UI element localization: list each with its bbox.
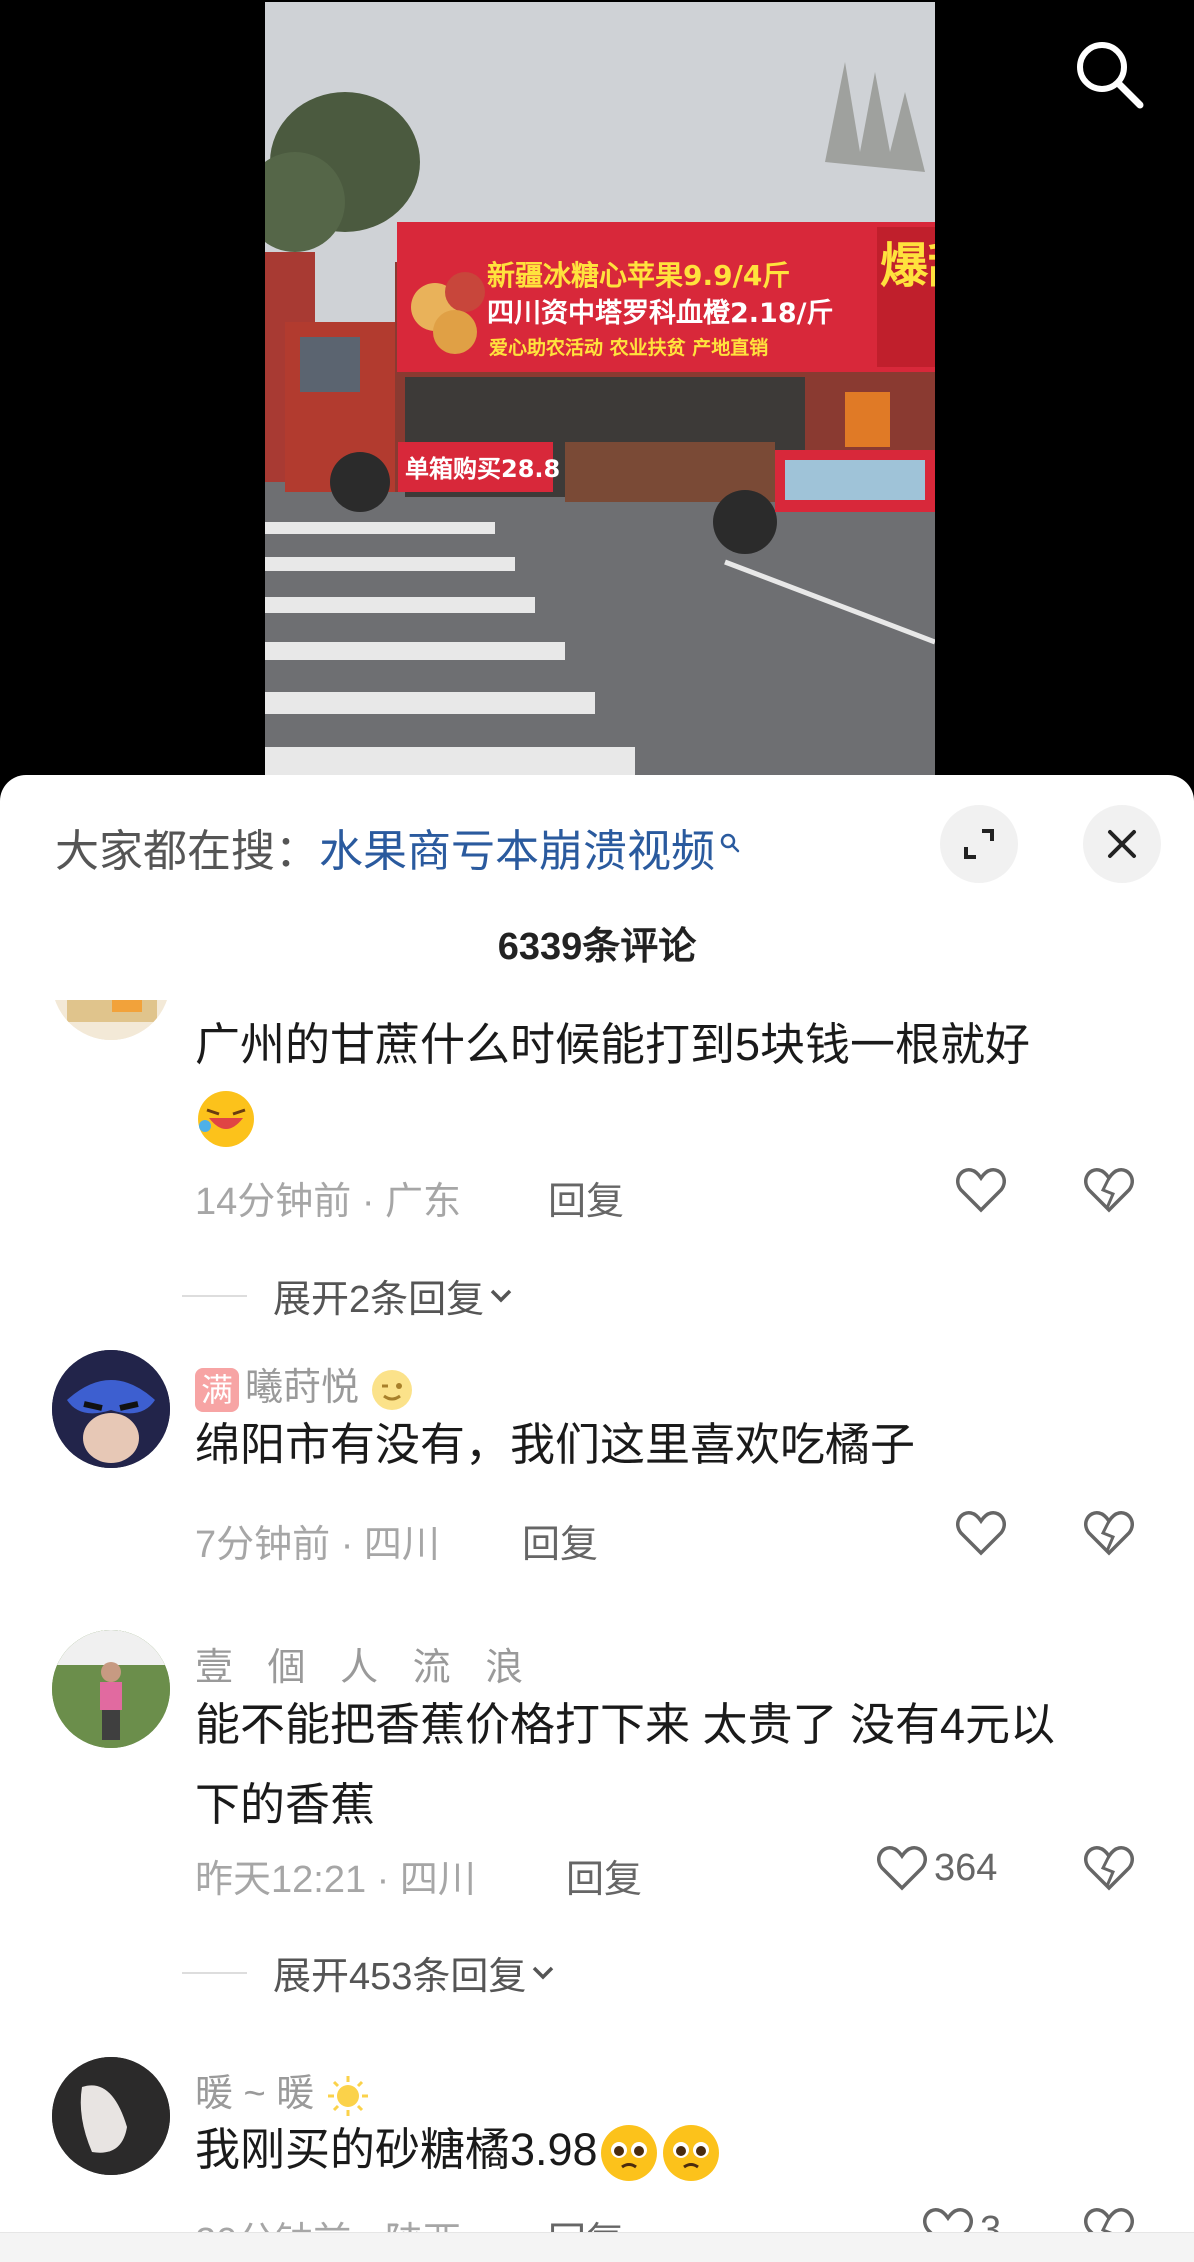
hot-search-term[interactable]: 水果商亏本崩溃视频 [319, 827, 715, 876]
banner-line1: 新疆冰糖心苹果9.9/4斤 [487, 259, 790, 292]
avatar[interactable] [52, 1350, 170, 1468]
sun-emoji [327, 2075, 368, 2116]
video-still: 新疆冰糖心苹果9.9/4斤 四川资中塔罗科血橙2.18/斤 爱心助农活动 农业扶… [265, 2, 935, 790]
like-count: 364 [934, 1846, 998, 1889]
comment-list[interactable]: 广州的甘蔗什么时候能打到5块钱一根就好 14分钟前 · 广东 回复 展开2条回复 [0, 1000, 1194, 2260]
heart-icon [877, 1846, 927, 1891]
comment-text: 我刚买的砂糖橘3.98 [195, 2115, 722, 2185]
hot-search-bar: 大家都在搜：水果商亏本崩溃视频 [55, 815, 741, 879]
like-button[interactable] [955, 1166, 1007, 1214]
comment-time-location: 14分钟前 · 广东 [195, 1181, 462, 1223]
comment-input-bar[interactable] [0, 2232, 1194, 2262]
pleading-emoji [600, 2125, 657, 2182]
expand-replies-button[interactable]: 展开2条回复 [273, 1268, 518, 1323]
avatar[interactable] [52, 1630, 170, 1748]
video-player[interactable]: 新疆冰糖心苹果9.9/4斤 四川资中塔罗科血橙2.18/斤 爱心助农活动 农业扶… [0, 0, 1194, 790]
search-small-icon [719, 815, 741, 865]
chevron-down-icon [533, 1966, 554, 1979]
comment-text-line2: 下的香蕉 [195, 1779, 376, 1830]
expand-sheet-button[interactable] [940, 805, 1018, 883]
username-text: 暖 ~ 暖 [195, 2073, 315, 2115]
wink-emoji [371, 1369, 412, 1410]
banner-side-text: 爆甜 [880, 238, 935, 294]
reply-button[interactable]: 回复 [566, 1848, 642, 1903]
broken-heart-icon [1084, 1511, 1134, 1556]
banner-line3: 爱心助农活动 农业扶贫 产地直销 [489, 336, 768, 359]
comment-time-location: 昨天12:21 · 四川 [195, 1859, 476, 1901]
comment-text-content: 我刚买的砂糖橘3.98 [195, 2124, 598, 2175]
comment-text: 绵阳市有没有，我们这里喜欢吃橘子 [195, 1419, 916, 1470]
video-frame[interactable]: 新疆冰糖心苹果9.9/4斤 四川资中塔罗科血橙2.18/斤 爱心助农活动 农业扶… [265, 2, 935, 790]
close-icon [1108, 830, 1136, 858]
comment-time-location: 7分钟前 · 四川 [195, 1524, 440, 1566]
broken-heart-icon [1084, 1846, 1134, 1891]
username[interactable]: 暖 ~ 暖 [195, 2062, 371, 2119]
pleading-emoji [662, 2125, 719, 2182]
comment-sheet: 大家都在搜：水果商亏本崩溃视频 6339条评论 广州的甘蔗什么时候能打到5块钱一… [0, 775, 1194, 2261]
expand-icon [964, 829, 994, 859]
username-text: 曦莳悦 [245, 1367, 360, 1409]
search-icon [1077, 42, 1144, 109]
like-button[interactable] [955, 1509, 1007, 1557]
divider [182, 1972, 247, 1974]
badge: 满 [195, 1367, 239, 1412]
dislike-button[interactable] [1083, 1509, 1135, 1562]
hot-search-prefix: 大家都在搜： [55, 827, 319, 876]
avatar[interactable] [52, 2057, 170, 2175]
rofl-emoji [195, 1088, 257, 1155]
reply-button[interactable]: 回复 [522, 1513, 598, 1568]
broken-heart-icon [1084, 1168, 1134, 1213]
reply-button[interactable]: 回复 [548, 1170, 624, 1225]
dislike-button[interactable] [1083, 1166, 1135, 1219]
heart-icon [956, 1168, 1006, 1213]
like-button[interactable]: 364 [876, 1844, 997, 1892]
chevron-down-icon [490, 1289, 512, 1302]
username[interactable]: 壹 個 人 流 浪 [195, 1636, 535, 1691]
divider [182, 1295, 247, 1297]
avatar[interactable] [52, 1000, 170, 1040]
heart-icon [956, 1511, 1006, 1556]
username[interactable]: 满曦莳悦 [195, 1356, 414, 1412]
search-button[interactable] [1070, 35, 1150, 115]
expand-replies-label: 展开2条回复 [273, 1279, 485, 1321]
comment-text: 广州的甘蔗什么时候能打到5块钱一根就好 [195, 1019, 1031, 1070]
close-sheet-button[interactable] [1083, 805, 1161, 883]
comment-count: 6339条评论 [497, 926, 697, 968]
expand-replies-button[interactable]: 展开453条回复 [273, 1945, 560, 2000]
expand-replies-label: 展开453条回复 [273, 1956, 527, 1998]
price-tag: 单箱购买28.8 [405, 455, 560, 483]
dislike-button[interactable] [1083, 1844, 1135, 1897]
comment-text: 能不能把香蕉价格打下来 太贵了 没有4元以 [195, 1699, 1056, 1750]
banner-line2: 四川资中塔罗科血橙2.18/斤 [487, 298, 833, 329]
